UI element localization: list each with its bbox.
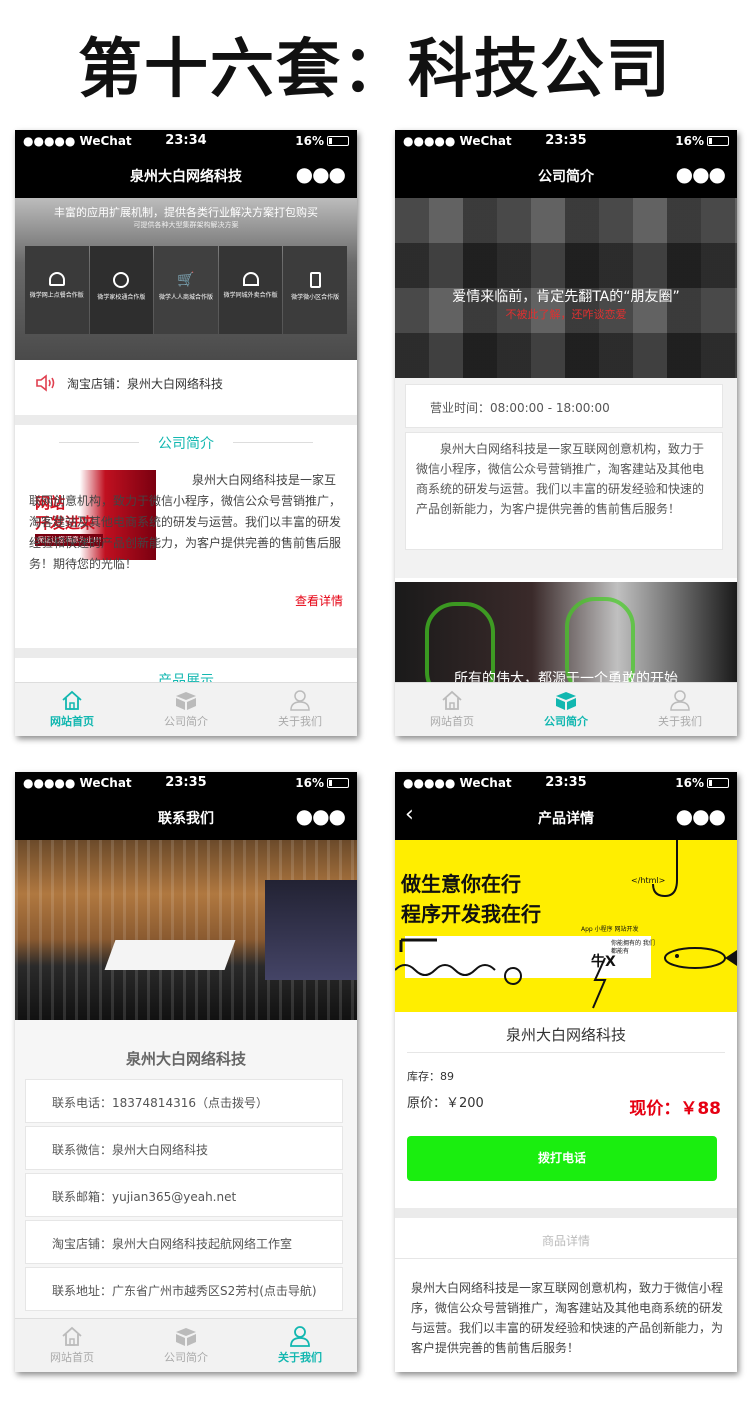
banner-headline: 爱情来临前，肯定先翻TA的“朋友圈”	[452, 289, 680, 305]
tab-home[interactable]: 网站首页	[15, 683, 129, 736]
chef-hat-icon	[242, 272, 259, 286]
banner-item: 微学同城外卖合作版	[218, 246, 283, 334]
status-bar: ●●●●● WeChat 23:34 16%	[15, 130, 357, 152]
detail-title: 商品详情	[541, 1234, 590, 1248]
nav-bar: 泉州大白网络科技 ●●●	[15, 152, 357, 198]
status-bar: ●●●●● WeChat 23:35 16%	[395, 130, 737, 152]
call-button[interactable]: 拨打电话	[407, 1136, 717, 1181]
contact-row[interactable]: 联系电话：18374814316（点击拨号）	[25, 1079, 343, 1123]
home-icon	[442, 690, 462, 710]
tab-intro[interactable]: 公司简介	[509, 683, 623, 736]
user-icon	[290, 690, 310, 711]
company-name: 泉州大白网络科技	[125, 1050, 246, 1068]
intro-text: 泉州大白网络科技是一家互联网创意机构，致力于微信小程序，微信公众号营销推广，淘客…	[29, 473, 342, 571]
speaker-icon	[36, 374, 55, 392]
stock-label: 库存：89	[407, 1070, 454, 1083]
battery-icon	[327, 778, 349, 788]
banner-item-label: 微学同城外卖合作版	[223, 292, 278, 299]
user-icon	[670, 690, 690, 711]
phone-icon	[309, 272, 321, 288]
contact-row[interactable]: 联系地址：广东省广州市越秀区S2芳村(点击导航)	[25, 1267, 343, 1311]
tab-about[interactable]: 关于我们	[243, 1319, 357, 1372]
more-details-link[interactable]: 查看详情	[290, 592, 343, 609]
product-banner: 做生意你在行 程序开发我在行 </html> App 小程序 网站开发 你能拥有…	[395, 840, 737, 1012]
home-icon	[62, 1326, 82, 1346]
user-icon	[290, 1326, 310, 1347]
box-icon	[176, 692, 196, 710]
section-title: 公司简介	[158, 435, 214, 452]
banner-item: 🛒 微学人人商城合作版	[154, 246, 218, 334]
office-photo	[15, 840, 357, 1020]
box-icon	[176, 1328, 196, 1346]
contact-row[interactable]: 联系邮箱：yujian365@yeah.net	[25, 1173, 343, 1217]
tab-home[interactable]: 网站首页	[15, 1319, 129, 1372]
current-price: 现价：￥88	[629, 1099, 721, 1119]
nav-bar: 联系我们 ●●●	[15, 794, 357, 840]
detail-text: 泉州大白网络科技是一家互联网创意机构，致力于微信小程序，微信公众号营销推广，淘客…	[411, 1281, 724, 1355]
banner-item: 微学微小区合作版	[283, 246, 347, 334]
home-icon	[62, 690, 82, 710]
globe-icon	[113, 272, 130, 288]
tab-intro[interactable]: 公司简介	[129, 683, 243, 736]
fishing-line-icon: 牛X	[395, 840, 737, 1009]
screen-home: ●●●●● WeChat 23:34 16% 泉州大白网络科技 ●●● 丰富的应…	[15, 130, 357, 736]
tab-bar: 网站首页 公司简介 关于我们	[395, 682, 737, 736]
banner-subtitle: 可提供各种大型集群架构解决方案	[133, 221, 239, 229]
hours-label: 营业时间：08:00:00 - 18:00:00	[430, 401, 610, 415]
contact-phone: 联系电话：18374814316（点击拨号）	[52, 1096, 268, 1110]
banner[interactable]: 爱情来临前，肯定先翻TA的“朋友圈” 不被此了解，还咋谈恋爱	[395, 198, 737, 378]
svg-text:牛X: 牛X	[591, 953, 616, 970]
shop-row[interactable]: 淘宝店铺：泉州大白网络科技	[15, 362, 357, 404]
battery-label: 16%	[295, 776, 324, 790]
tab-bar: 网站首页 公司简介 关于我们	[15, 682, 357, 736]
banner-item: 微学网上点餐合作版	[25, 246, 89, 334]
more-icon[interactable]: ●●●	[676, 804, 726, 828]
screen-intro: ●●●●● WeChat 23:35 16% 公司简介 ●●● 爱情来临前，肯定…	[395, 130, 737, 736]
more-icon[interactable]: ●●●	[296, 162, 346, 186]
intro-text: 泉州大白网络科技是一家互联网创意机构，致力于微信小程序，微信公众号营销推广，淘客…	[416, 442, 705, 516]
tab-about[interactable]: 关于我们	[243, 683, 357, 736]
page-title: 第十六套：科技公司	[78, 33, 672, 107]
more-icon[interactable]: ●●●	[296, 804, 346, 828]
contact-wechat: 联系微信：泉州大白网络科技	[52, 1143, 209, 1157]
nav-bar: 公司简介 ●●●	[395, 152, 737, 198]
battery-label: 16%	[675, 776, 704, 790]
status-bar: ●●●●● WeChat 23:35 16%	[15, 772, 357, 794]
battery-label: 16%	[675, 134, 704, 148]
battery-icon	[327, 136, 349, 146]
banner[interactable]: 丰富的应用扩展机制，提供各类行业解决方案打包购买 可提供各种大型集群架构解决方案…	[15, 198, 357, 360]
tab-home[interactable]: 网站首页	[395, 683, 509, 736]
banner-subtitle: 不被此了解，还咋谈恋爱	[505, 308, 627, 321]
hours-row: 营业时间：08:00:00 - 18:00:00	[405, 384, 723, 428]
battery-icon	[707, 136, 729, 146]
nav-bar: ‹ 产品详情 ●●●	[395, 794, 737, 840]
screen-product: ●●●●● WeChat 23:35 16% ‹ 产品详情 ●●● 做生意你在行…	[395, 772, 737, 1372]
tab-intro[interactable]: 公司简介	[129, 1319, 243, 1372]
cart-icon: 🛒	[177, 272, 195, 288]
banner-item-label: 微学人人商城合作版	[158, 294, 213, 301]
screen-contact: ●●●●● WeChat 23:35 16% 联系我们 ●●● 泉州大白网络科技…	[15, 772, 357, 1372]
original-price: 原价：￥200	[407, 1096, 484, 1111]
box-icon	[556, 692, 576, 710]
product-name: 泉州大白网络科技	[505, 1026, 626, 1044]
battery-icon	[707, 778, 729, 788]
intro-card: 泉州大白网络科技是一家互联网创意机构，致力于微信小程序，微信公众号营销推广，淘客…	[405, 432, 723, 550]
contact-shop: 淘宝店铺：泉州大白网络科技起航网络工作室	[52, 1237, 293, 1251]
banner-item-label: 微学微小区合作版	[291, 294, 340, 301]
contact-row[interactable]: 联系微信：泉州大白网络科技	[25, 1126, 343, 1170]
contact-address: 联系地址：广东省广州市越秀区S2芳村(点击导航)	[52, 1284, 317, 1298]
shop-label: 淘宝店铺：泉州大白网络科技	[67, 377, 224, 391]
contact-row[interactable]: 淘宝店铺：泉州大白网络科技起航网络工作室	[25, 1220, 343, 1264]
contact-email: 联系邮箱：yujian365@yeah.net	[52, 1190, 237, 1204]
banner-item-label: 微学网上点餐合作版	[29, 292, 84, 299]
tab-bar: 网站首页 公司简介 关于我们	[15, 1318, 357, 1372]
banner-item: 微学家校通合作版	[89, 246, 154, 334]
battery-label: 16%	[295, 134, 324, 148]
banner-title: 丰富的应用扩展机制，提供各类行业解决方案打包购买	[54, 206, 318, 219]
burger-icon	[48, 272, 65, 286]
more-icon[interactable]: ●●●	[676, 162, 726, 186]
banner-item-label: 微学家校通合作版	[97, 294, 146, 301]
tab-about[interactable]: 关于我们	[623, 683, 737, 736]
status-bar: ●●●●● WeChat 23:35 16%	[395, 772, 737, 794]
